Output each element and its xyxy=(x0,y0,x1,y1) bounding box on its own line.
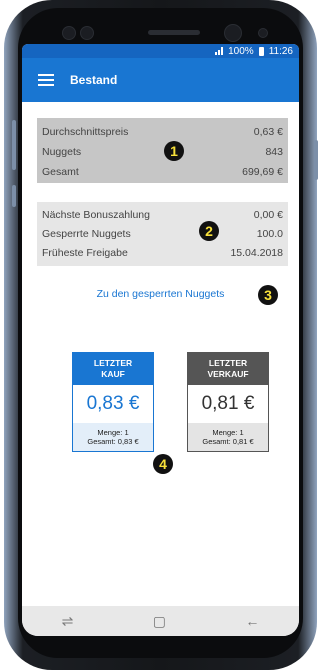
battery-percent: 100% xyxy=(228,45,254,57)
last-buy-price: 0,83 € xyxy=(86,393,140,414)
status-bar: 100% 11:26 xyxy=(22,44,299,58)
last-buy-header-line1: LETZTER xyxy=(93,358,133,368)
locked-nuggets-label: Gesperrte Nuggets xyxy=(42,228,131,240)
sensor-icon xyxy=(258,28,268,38)
last-sell-card[interactable]: LETZTER VERKAUF 0,81 € Menge: 1 Gesamt: … xyxy=(187,352,269,452)
earliest-release-label: Früheste Freigabe xyxy=(42,247,128,259)
page-title: Bestand xyxy=(70,73,118,87)
bonus-panel: Nächste Bonuszahlung 0,00 € Gesperrte Nug… xyxy=(37,202,288,266)
signal-icon xyxy=(215,47,225,55)
nav-bar: ⇌ ▢ ← xyxy=(22,606,299,636)
last-sell-quantity: Menge: 1 xyxy=(212,428,244,437)
bixby-button xyxy=(12,185,16,207)
back-arrow-icon[interactable]: ← xyxy=(245,613,259,629)
last-sell-header: LETZTER VERKAUF xyxy=(188,353,268,385)
nuggets-label: Nuggets xyxy=(42,146,82,158)
battery-icon xyxy=(258,46,264,56)
last-buy-card[interactable]: LETZTER KAUF 0,83 € Menge: 1 Gesamt: 0,8… xyxy=(72,352,154,452)
summary-panel: Durchschnittspreis 0,63 € Nuggets 843 Gesa… xyxy=(37,118,288,183)
content: Durchschnittspreis 0,63 € Nuggets 843 Gesa… xyxy=(22,102,299,606)
locked-nuggets-value: 100.0 xyxy=(256,228,283,240)
app-bar: Bestand xyxy=(22,58,299,102)
callout-badge-1: 1 xyxy=(164,141,184,161)
last-buy-footer: Menge: 1 Gesamt: 0,83 € xyxy=(73,423,153,451)
home-icon[interactable]: ▢ xyxy=(153,613,166,630)
callout-badge-4: 4 xyxy=(153,454,173,474)
last-sell-total: Gesamt: 0,81 € xyxy=(202,437,254,446)
last-sell-footer: Menge: 1 Gesamt: 0,81 € xyxy=(188,423,268,451)
last-buy-total: Gesamt: 0,83 € xyxy=(87,437,139,446)
speaker xyxy=(148,30,200,35)
last-buy-header-line2: KAUF xyxy=(101,369,125,379)
screen: 100% 11:26 Bestand Durchschnittspreis 0,6… xyxy=(22,44,299,636)
next-bonus-label: Nächste Bonuszahlung xyxy=(42,209,150,221)
last-sell-price: 0,81 € xyxy=(201,393,255,414)
sensor-icon xyxy=(80,26,94,40)
clock: 11:26 xyxy=(268,45,293,57)
sensor-icon xyxy=(62,26,76,40)
total-value: 699,69 € xyxy=(242,166,283,178)
volume-button xyxy=(12,120,16,170)
last-sell-header-line2: VERKAUF xyxy=(207,369,249,379)
callout-badge-2: 2 xyxy=(199,221,219,241)
total-label: Gesamt xyxy=(42,166,79,178)
last-buy-quantity: Menge: 1 xyxy=(97,428,129,437)
callout-badge-3: 3 xyxy=(258,285,278,305)
power-button xyxy=(314,140,318,180)
avg-price-value: 0,63 € xyxy=(253,126,283,138)
earliest-release-value: 15.04.2018 xyxy=(230,247,283,259)
nuggets-value: 843 xyxy=(265,146,283,158)
avg-price-label: Durchschnittspreis xyxy=(42,126,129,138)
last-sell-header-line1: LETZTER xyxy=(208,358,248,368)
next-bonus-value: 0,00 € xyxy=(253,209,283,221)
last-buy-header: LETZTER KAUF xyxy=(73,353,153,385)
front-camera xyxy=(224,24,242,42)
recent-apps-icon[interactable]: ⇌ xyxy=(62,613,74,630)
hamburger-icon[interactable] xyxy=(38,74,54,86)
